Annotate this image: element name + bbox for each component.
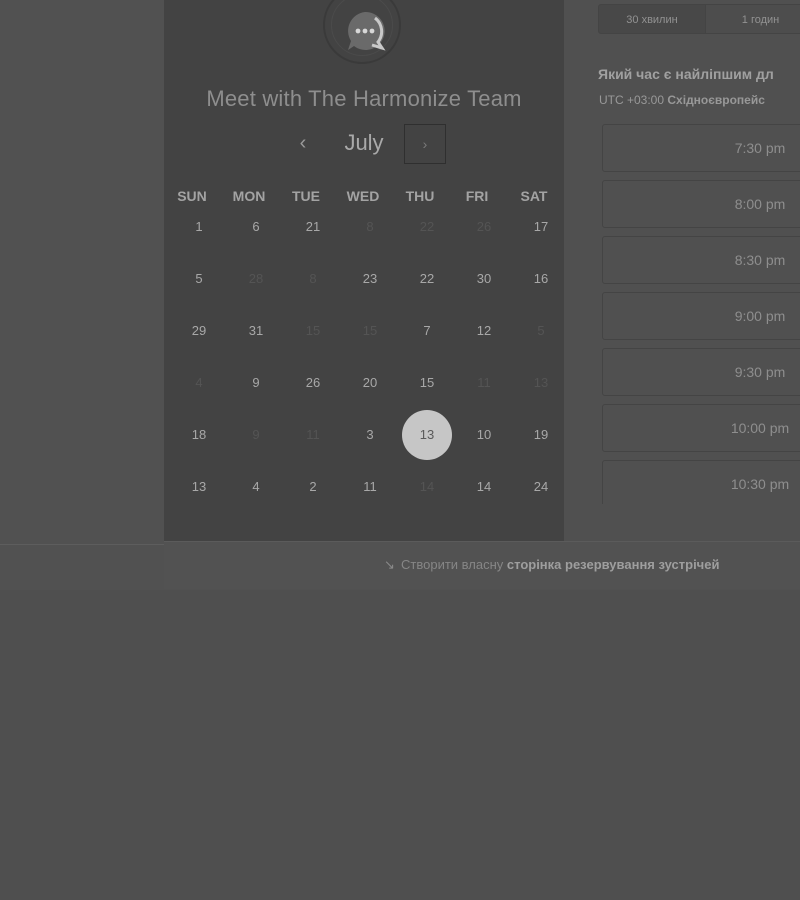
calendar-day[interactable]: 26 [288,358,338,408]
weekday-header: WED [346,188,380,204]
page-title: Meet with The Harmonize Team [206,86,522,111]
next-month-button[interactable]: › [404,124,446,164]
calendar-day: 8 [366,219,374,234]
calendar-day[interactable]: 6 [231,202,281,252]
time-slot[interactable]: 7:30 pm [602,124,800,172]
calendar-day[interactable]: 12 [459,306,509,356]
calendar-panel: Meet with The Harmonize Team ‹ July › SU… [164,0,564,541]
chat-bubble-icon [348,11,386,51]
calendar-day: 5 [537,323,545,338]
calendar-day: 11 [306,427,320,442]
footer-text: Створити власну [401,557,504,572]
calendar-day[interactable]: 14 [459,462,509,512]
weekday-header: THU [405,188,435,204]
time-question: Який час є найліпшим дл [598,66,774,82]
timezone-offset: UTC +03:00 [599,93,665,107]
calendar-day[interactable]: 3 [345,410,395,460]
pointer-arrow-icon: ↘ [384,557,395,572]
selected-day[interactable]: 13 [402,410,452,460]
calendar-day: 9 [252,427,260,442]
create-booking-page-link[interactable]: ↘ Створити власну сторінка резервування з… [384,557,719,573]
calendar-day[interactable]: 2 [288,462,338,512]
prev-month-button[interactable]: ‹ [289,130,317,158]
footer-bar: ↘ Створити власну сторінка резервування з… [164,541,800,589]
time-slot[interactable]: 10:00 pm [602,404,800,452]
month-label: July [344,130,384,155]
calendar-day[interactable]: 9 [231,358,281,408]
calendar-day[interactable]: 10 [459,410,509,460]
time-slot[interactable]: 10:30 pm [602,460,800,504]
calendar-day[interactable]: 31 [231,306,281,356]
calendar-day[interactable]: 16 [516,254,566,304]
calendar-day[interactable]: 18 [174,410,224,460]
duration-30-button[interactable]: 30 хвилин [598,4,706,34]
time-slot[interactable]: 9:00 pm [602,292,800,340]
timezone-name: Східноєвропейс [667,93,765,107]
time-slot[interactable]: 9:30 pm [602,348,800,396]
calendar-day: 15 [305,323,321,338]
weekday-header: SAT [520,188,548,204]
calendar-day[interactable]: 7 [402,306,452,356]
calendar-day[interactable]: 13 [174,462,224,512]
calendar-day: 22 [419,219,435,234]
calendar-day[interactable]: 21 [288,202,338,252]
time-panel: 30 хвилин 1 годин Який час є найліпшим д… [564,0,800,541]
time-slot-label: 10:00 pm [730,420,790,436]
calendar-day[interactable]: 1 [174,202,224,252]
weekday-header: TUE [292,188,320,204]
calendar-day[interactable]: 30 [459,254,509,304]
time-slot[interactable]: 8:30 pm [602,236,800,284]
time-slot-label: 8:30 pm [734,252,786,268]
calendar-day[interactable]: 29 [174,306,224,356]
calendar-day: 14 [419,479,435,494]
time-slot-label: 9:00 pm [734,308,786,324]
time-slot-label: 10:30 pm [730,476,790,492]
calendar-day[interactable]: 22 [402,254,452,304]
calendar-day: 11 [477,375,491,390]
time-slot-label: 8:00 pm [734,196,786,212]
calendar-day[interactable]: 5 [174,254,224,304]
calendar-day[interactable]: 19 [516,410,566,460]
calendar-day[interactable]: 15 [402,358,452,408]
timezone-label[interactable]: UTC +03:00 Східноєвропейс [599,93,765,107]
calendar-day[interactable]: 24 [516,462,566,512]
calendar-day[interactable]: 17 [516,202,566,252]
weekday-header: MON [232,188,266,204]
calendar-day: 4 [195,375,203,390]
weekday-header: FRI [465,188,489,204]
time-slot-label: 9:30 pm [734,364,786,380]
calendar-day: 28 [248,271,264,286]
calendar-day[interactable]: 23 [345,254,395,304]
weekday-header: SUN [177,188,207,204]
calendar-day: 15 [362,323,378,338]
calendar-day[interactable]: 4 [231,462,281,512]
time-slot-label: 7:30 pm [734,140,786,156]
time-slot[interactable]: 8:00 pm [602,180,800,228]
divider-line [0,544,164,545]
calendar-day: 26 [476,219,492,234]
footer-bold-text: сторінка резервування зустрічей [506,557,720,572]
duration-60-button[interactable]: 1 годин [706,4,800,34]
time-slot-list: 7:30 pm 8:00 pm 8:30 pm 9:00 pm 9:30 pm 10:00… [602,124,800,504]
calendar-day: 8 [309,271,317,286]
calendar-day: 13 [533,375,549,390]
calendar-day[interactable]: 11 [345,462,395,512]
calendar-day[interactable]: 20 [345,358,395,408]
